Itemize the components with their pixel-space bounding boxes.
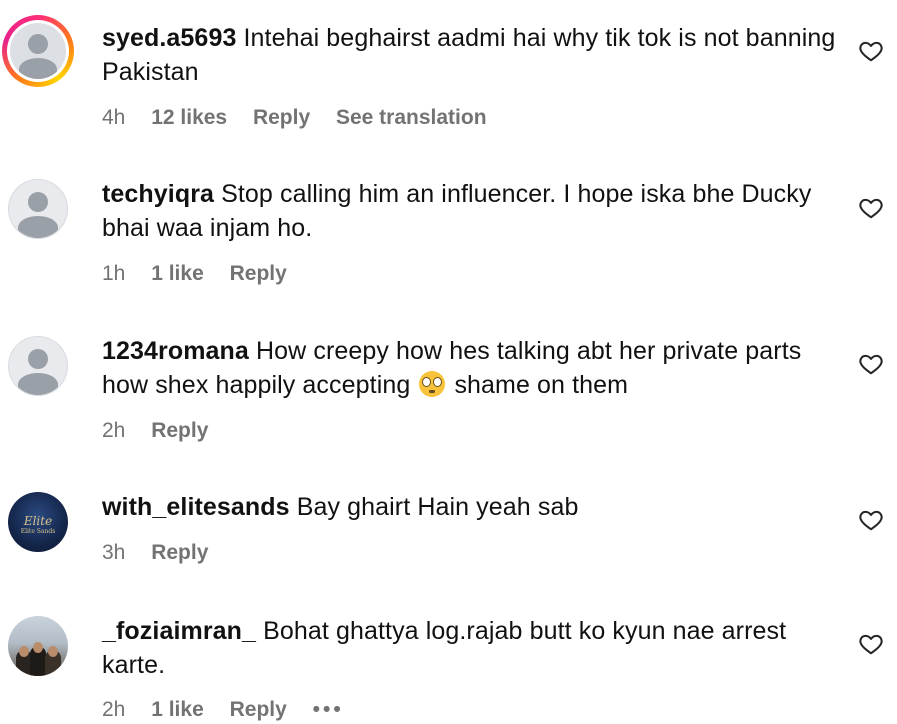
comment-meta: 2h Reply — [102, 419, 228, 443]
comment-meta: 1h 1 like Reply — [102, 262, 307, 286]
flushed-face-emoji — [419, 371, 446, 397]
avatar-with-story-ring[interactable] — [2, 15, 74, 87]
comment-username[interactable]: techyiqra — [102, 180, 214, 208]
comment-likes-count[interactable]: 1 like — [151, 698, 204, 721]
comment-time: 3h — [102, 541, 126, 564]
comment-username[interactable]: 1234romana — [102, 337, 249, 365]
comment-body-continued: shame on them — [454, 371, 629, 399]
comment-text: with_elitesands Bay ghairt Hain yeah sab — [102, 490, 842, 524]
more-options-icon[interactable]: ••• — [313, 698, 344, 721]
comment-text: techyiqra Stop calling him an influencer… — [102, 177, 842, 245]
avatar-logo-text: Elite — [23, 514, 53, 528]
comment-username[interactable]: with_elitesands — [102, 493, 290, 521]
heart-outline-icon[interactable] — [858, 351, 884, 377]
see-translation-button[interactable]: See translation — [336, 106, 487, 129]
comment-body: Bay ghairt Hain yeah sab — [296, 493, 579, 521]
comment-username[interactable]: _foziaimran_ — [102, 617, 256, 645]
heart-outline-icon[interactable] — [858, 631, 884, 657]
comment-meta: 2h 1 like Reply ••• — [102, 698, 364, 722]
heart-outline-icon[interactable] — [858, 507, 884, 533]
comment-username[interactable]: syed.a5693 — [102, 24, 236, 52]
comment-likes-count[interactable]: 1 like — [151, 262, 204, 285]
reply-button[interactable]: Reply — [151, 419, 208, 442]
reply-button[interactable]: Reply — [230, 262, 287, 285]
heart-outline-icon[interactable] — [858, 38, 884, 64]
comment-time: 4h — [102, 106, 126, 129]
comment-text: syed.a5693 Intehai beghairst aadmi hai w… — [102, 21, 842, 89]
comment-time: 1h — [102, 262, 126, 285]
comment-text: _foziaimran_ Bohat ghattya log.rajab but… — [102, 614, 842, 682]
avatar[interactable]: Elite Elite Sands — [8, 492, 68, 552]
comment-meta: 3h Reply — [102, 541, 228, 565]
avatar-logo-subtext: Elite Sands — [20, 528, 56, 535]
heart-outline-icon[interactable] — [858, 195, 884, 221]
avatar[interactable] — [8, 179, 68, 239]
comment-meta: 4h 12 likes Reply See translation — [102, 106, 507, 130]
comment-text: 1234romana How creepy how hes talking ab… — [102, 334, 842, 402]
comment-list: syed.a5693 Intehai beghairst aadmi hai w… — [0, 0, 897, 724]
comment-likes-count[interactable]: 12 likes — [151, 106, 227, 129]
comment-time: 2h — [102, 419, 126, 442]
avatar[interactable] — [8, 336, 68, 396]
reply-button[interactable]: Reply — [151, 541, 208, 564]
avatar[interactable] — [8, 616, 68, 676]
reply-button[interactable]: Reply — [230, 698, 287, 721]
reply-button[interactable]: Reply — [253, 106, 310, 129]
comment-time: 2h — [102, 698, 126, 721]
